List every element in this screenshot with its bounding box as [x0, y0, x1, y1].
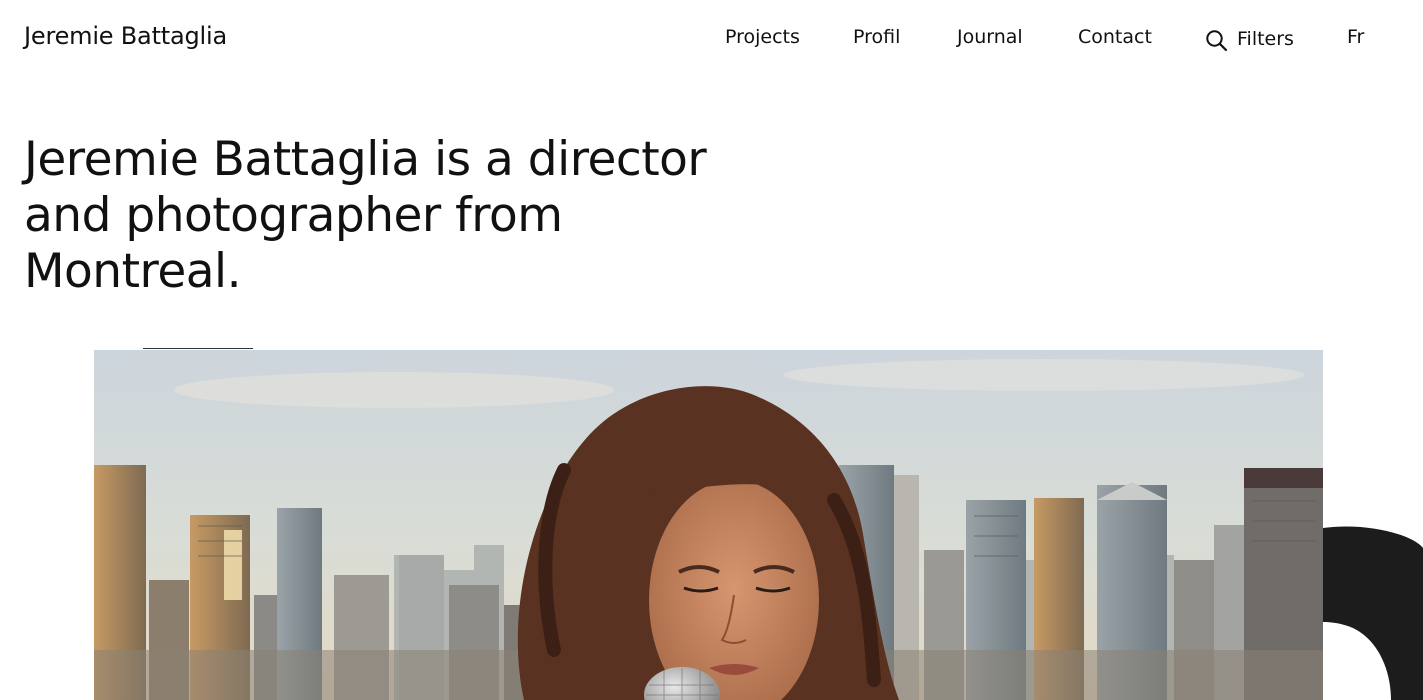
decorative-shape [1323, 526, 1423, 700]
search-icon [1205, 29, 1228, 52]
language-switch[interactable]: Fr [1347, 26, 1364, 48]
nav-journal[interactable]: Journal [957, 26, 1023, 48]
intro-headline: Jeremie Battaglia is a director and phot… [24, 132, 707, 299]
page: Jeremie Battaglia Projects Profil Journa… [0, 0, 1423, 700]
filters-label: Filters [1237, 28, 1294, 50]
nav-contact[interactable]: Contact [1078, 26, 1152, 48]
nav-projects[interactable]: Projects [725, 26, 800, 48]
site-logo[interactable]: Jeremie Battaglia [24, 22, 227, 50]
filters-button[interactable]: Filters [1205, 26, 1294, 52]
divider-line [143, 348, 253, 349]
hero-image[interactable] [94, 350, 1323, 700]
nav-profil[interactable]: Profil [853, 26, 900, 48]
